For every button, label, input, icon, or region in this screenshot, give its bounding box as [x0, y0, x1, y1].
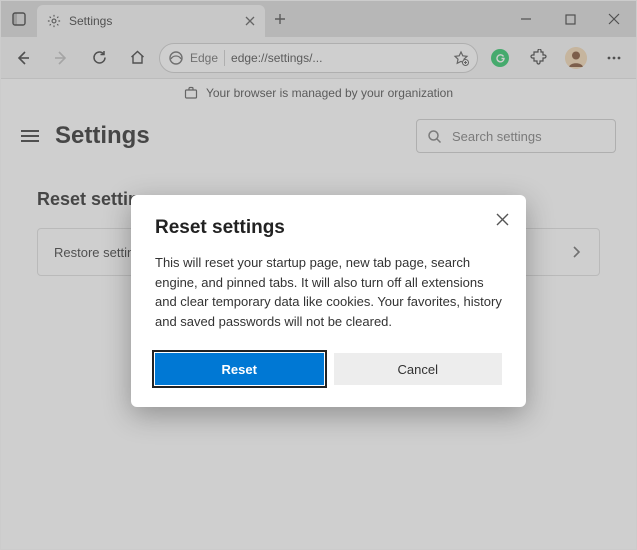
- cancel-button[interactable]: Cancel: [334, 353, 503, 385]
- dialog-title: Reset settings: [155, 217, 502, 239]
- dialog-body: This will reset your startup page, new t…: [155, 253, 502, 331]
- dialog-close-button[interactable]: [490, 207, 514, 231]
- close-icon: [496, 213, 509, 226]
- reset-button[interactable]: Reset: [155, 353, 324, 385]
- dialog-buttons: Reset Cancel: [155, 353, 502, 385]
- reset-settings-dialog: Reset settings This will reset your star…: [131, 195, 526, 407]
